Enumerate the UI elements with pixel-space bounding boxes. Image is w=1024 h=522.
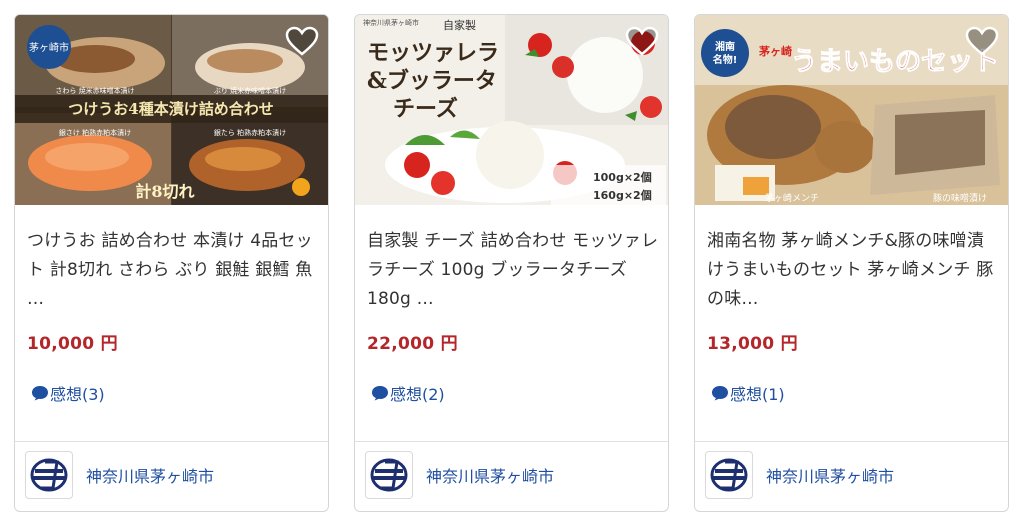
svg-text:銀たら 粕熟赤粕本漬け: 銀たら 粕熟赤粕本漬け: [214, 128, 286, 137]
product-card[interactable]: 茅ヶ崎市 つけうお4種本漬け詰め合わせ さわら 焼米赤味噌本漬け ぶり 焼米赤味…: [14, 14, 329, 512]
product-title[interactable]: 自家製 チーズ 詰め合わせ モッツァレラチーズ 100g ブッラータチーズ180…: [367, 227, 659, 314]
cheese-set-image: 神奈川県茅ヶ崎市 自家製 モッツァレラ &ブッラータ チーズ 100g×2個 1…: [355, 15, 668, 205]
product-card[interactable]: 湘南 名物! 茅ヶ崎 うまいものセット 茅ヶ崎メンチ 豚の味噌漬け 湘南名物 茅…: [694, 14, 1009, 512]
svg-text:チーズ: チーズ: [393, 96, 458, 122]
city-name-link[interactable]: 神奈川県茅ヶ崎市: [86, 463, 214, 487]
speech-bubble-icon: [32, 386, 48, 401]
reviews-link[interactable]: 感想(1): [711, 381, 785, 405]
svg-text:自家製: 自家製: [443, 18, 476, 32]
city-name-link[interactable]: 神奈川県茅ヶ崎市: [426, 463, 554, 487]
svg-text:&ブッラータ: &ブッラータ: [367, 68, 497, 94]
card-divider: [695, 441, 1008, 442]
reviews-link[interactable]: 感想(3): [31, 381, 105, 405]
svg-text:つけうお4種本漬け詰め合わせ: つけうお4種本漬け詰め合わせ: [68, 100, 273, 118]
reviews-link[interactable]: 感想(2): [371, 381, 445, 405]
product-price: 10,000 円: [27, 334, 118, 354]
svg-text:神奈川県茅ヶ崎市: 神奈川県茅ヶ崎市: [363, 18, 419, 27]
speech-bubble-icon: [372, 386, 388, 401]
svg-text:さわら 焼米赤味噌本漬け: さわら 焼米赤味噌本漬け: [55, 86, 134, 95]
city-name-link[interactable]: 神奈川県茅ヶ崎市: [766, 463, 894, 487]
product-image[interactable]: 神奈川県茅ヶ崎市 自家製 モッツァレラ &ブッラータ チーズ 100g×2個 1…: [355, 15, 668, 205]
product-image[interactable]: 湘南 名物! 茅ヶ崎 うまいものセット 茅ヶ崎メンチ 豚の味噌漬け: [695, 15, 1008, 205]
city-footer[interactable]: 神奈川県茅ヶ崎市: [705, 451, 894, 499]
product-price: 13,000 円: [707, 334, 798, 354]
product-title[interactable]: つけうお 詰め合わせ 本漬け 4品セット 計8切れ さわら ぶり 銀鮭 銀鱈 魚…: [27, 227, 319, 314]
svg-text:ぶり 焼米赤味噌本漬け: ぶり 焼米赤味噌本漬け: [214, 86, 286, 95]
svg-text:湘南: 湘南: [715, 40, 735, 53]
favorite-heart-icon[interactable]: [964, 23, 1000, 59]
favorite-heart-icon[interactable]: [624, 23, 660, 59]
product-price: 22,000 円: [367, 334, 458, 354]
product-title[interactable]: 湘南名物 茅ヶ崎メンチ&豚の味噌漬けうまいものセット 茅ヶ崎メンチ 豚の味…: [707, 227, 999, 314]
reviews-count: 感想(3): [50, 385, 105, 404]
reviews-count: 感想(1): [730, 385, 785, 404]
reviews-count: 感想(2): [390, 385, 445, 404]
svg-text:茅ヶ崎市: 茅ヶ崎市: [29, 41, 69, 54]
svg-text:160g×2個: 160g×2個: [593, 188, 652, 202]
svg-text:豚の味噌漬け: 豚の味噌漬け: [933, 192, 987, 204]
city-footer[interactable]: 神奈川県茅ヶ崎市: [25, 451, 214, 499]
svg-text:計8切れ: 計8切れ: [135, 182, 194, 201]
svg-text:茅ヶ崎: 茅ヶ崎: [759, 44, 792, 58]
favorite-heart-icon[interactable]: [284, 23, 320, 59]
speech-bubble-icon: [712, 386, 728, 401]
fish-set-image: 茅ヶ崎市 つけうお4種本漬け詰め合わせ さわら 焼米赤味噌本漬け ぶり 焼米赤味…: [15, 15, 328, 205]
product-grid: 茅ヶ崎市 つけうお4種本漬け詰め合わせ さわら 焼米赤味噌本漬け ぶり 焼米赤味…: [0, 0, 1024, 522]
svg-text:名物!: 名物!: [713, 53, 738, 66]
svg-text:モッツァレラ: モッツァレラ: [367, 40, 499, 66]
menchi-set-image: 湘南 名物! 茅ヶ崎 うまいものセット 茅ヶ崎メンチ 豚の味噌漬け: [695, 15, 1008, 205]
city-logo-icon: [25, 451, 73, 499]
product-image[interactable]: 茅ヶ崎市 つけうお4種本漬け詰め合わせ さわら 焼米赤味噌本漬け ぶり 焼米赤味…: [15, 15, 328, 205]
product-card[interactable]: 神奈川県茅ヶ崎市 自家製 モッツァレラ &ブッラータ チーズ 100g×2個 1…: [354, 14, 669, 512]
svg-text:茅ヶ崎メンチ: 茅ヶ崎メンチ: [765, 192, 819, 204]
svg-text:100g×2個: 100g×2個: [593, 170, 652, 184]
city-logo-icon: [705, 451, 753, 499]
city-footer[interactable]: 神奈川県茅ヶ崎市: [365, 451, 554, 499]
card-divider: [15, 441, 328, 442]
card-divider: [355, 441, 668, 442]
svg-text:銀さけ 粕熟赤粕本漬け: 銀さけ 粕熟赤粕本漬け: [59, 128, 131, 137]
city-logo-icon: [365, 451, 413, 499]
